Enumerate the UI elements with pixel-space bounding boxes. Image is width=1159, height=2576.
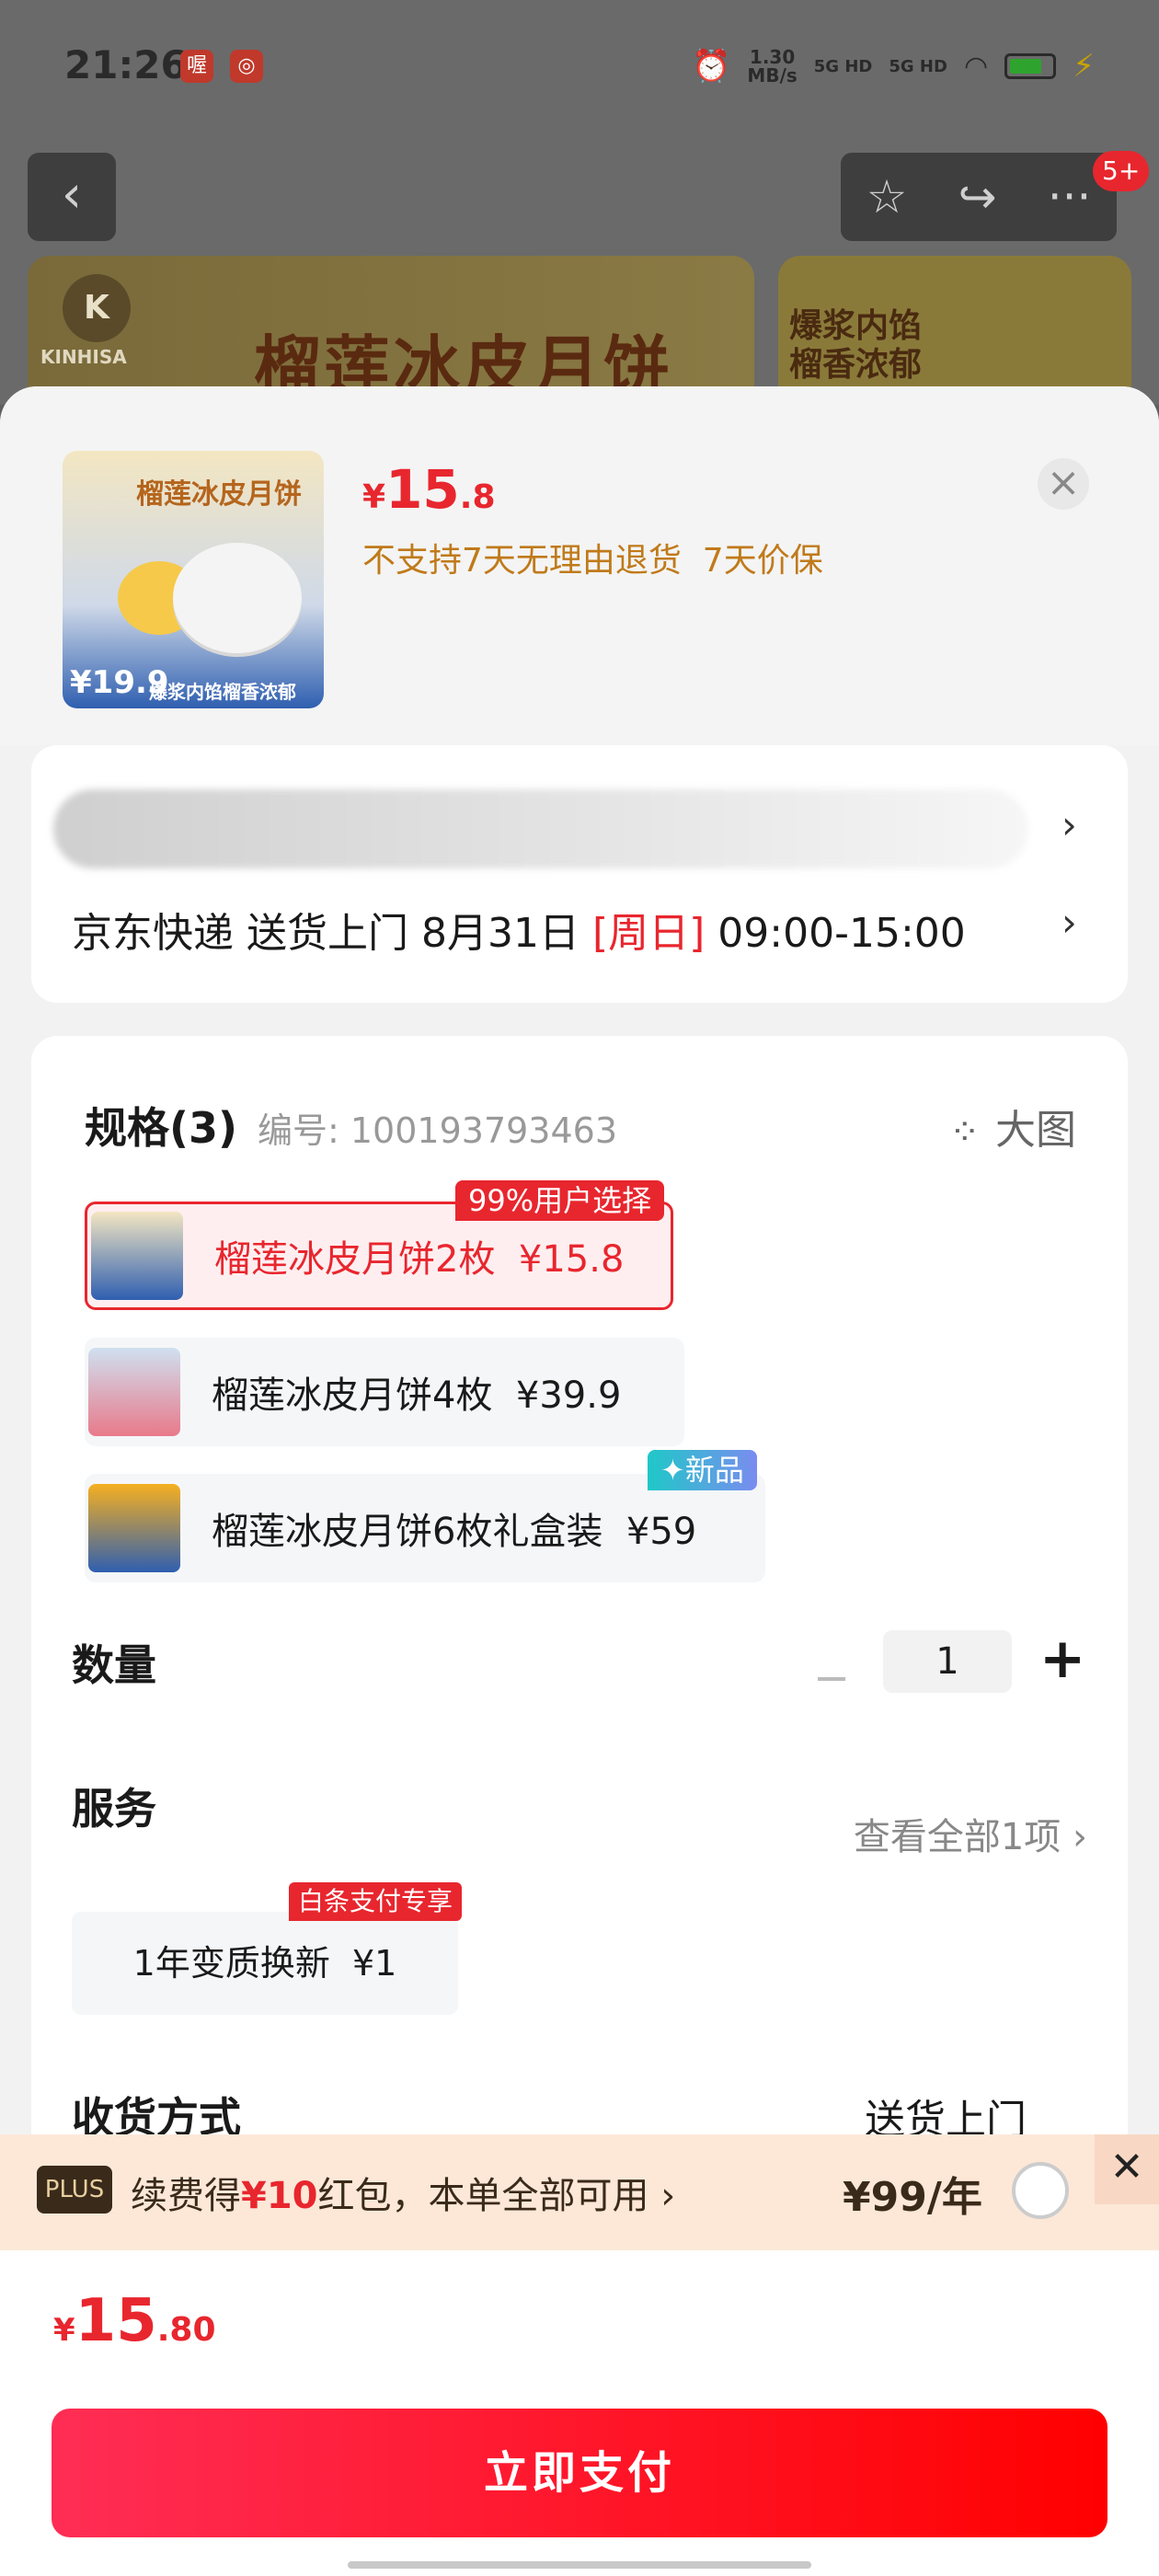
charging-icon: ⚡ <box>1073 48 1095 85</box>
view-all-services-link[interactable]: 查看全部1项 › <box>854 1807 1087 1860</box>
plus-promo-bar[interactable]: PLUS 续费得¥10红包，本单全部可用 › ¥99/年 ✕ <box>0 2134 1159 2250</box>
view-all-label: 查看全部1项 <box>853 1816 1061 1858</box>
promo-amount: ¥10 <box>241 2175 318 2217</box>
sku-code: 编号: 100193793463 <box>258 1110 618 1151</box>
app-notification-icon: ◎ <box>230 50 263 83</box>
net-speed: 1.30 MB/s <box>747 46 798 86</box>
promo-text-post: 红包，本单全部可用 › <box>317 2175 676 2217</box>
total-integer: 15 <box>75 2287 157 2355</box>
price-decimal: .8 <box>459 478 496 516</box>
delivery-method: 京东快递 送货上门 8月31日 <box>72 910 592 957</box>
status-time: 21:26 <box>64 42 188 87</box>
delivery-day: [周日] <box>591 910 706 957</box>
option-thumbnail <box>88 1484 180 1572</box>
chevron-left-icon: ‹ <box>61 165 83 224</box>
total-currency: ¥ <box>53 2312 75 2349</box>
option-tag: 99%用户选择 <box>455 1180 665 1221</box>
battery-icon <box>1004 53 1057 79</box>
big-image-button[interactable]: ⁘ 大图 <box>949 1097 1076 1156</box>
service-option[interactable]: 1年变质换新 ¥1 <box>72 1912 458 2015</box>
message-count-badge: 5+ <box>1093 151 1150 191</box>
chevron-right-icon: › <box>1073 1816 1087 1858</box>
price-currency: ¥ <box>362 478 386 516</box>
address-card[interactable]: › 京东快递 送货上门 8月31日 [周日] 09:00-15:00 › <box>31 745 1128 1003</box>
promo-text-pre: 续费得 <box>131 2175 241 2217</box>
quantity-label: 数量 <box>72 1640 156 1690</box>
quantity-plus-button[interactable]: + <box>1039 1627 1085 1691</box>
mooncake-image <box>173 543 302 653</box>
total-price: ¥15.80 <box>53 2287 216 2355</box>
plus-radio[interactable] <box>1012 2162 1069 2219</box>
option-thumbnail <box>91 1212 183 1300</box>
address-blurred <box>53 789 1028 868</box>
product-price: ¥15.8 <box>362 458 496 521</box>
return-policy: 不支持7天无理由退货 7天价保 <box>362 542 823 580</box>
total-decimal: .80 <box>156 2311 216 2349</box>
spec-title: 规格(3) <box>85 1103 238 1153</box>
status-bar: 21:26 喔 ◎ ⏰ 1.30 MB/s 5G HD 5G HD ◠ ⚡ <box>0 37 1159 110</box>
delivery-time: 09:00-15:00 <box>705 910 966 957</box>
brand-logo-icon: K <box>63 274 131 342</box>
more-icon[interactable]: ··· <box>1048 170 1092 224</box>
top-action-group: ☆ ↪ ··· <box>841 153 1117 241</box>
service-tag: 白条支付专享 <box>289 1882 463 1921</box>
signal-icon: 5G HD <box>813 56 873 76</box>
grid-icon: ⁘ <box>949 1111 981 1154</box>
service-label: 服务 <box>72 1784 156 1834</box>
product-thumbnail: 榴莲冰皮月饼 ¥19.9 爆浆内馅榴香浓郁 <box>63 451 324 708</box>
pay-now-button[interactable]: 立即支付 <box>52 2409 1107 2537</box>
favorite-star-icon[interactable]: ☆ <box>866 170 908 224</box>
status-icons: ⏰ 1.30 MB/s 5G HD 5G HD ◠ ⚡ <box>692 48 1095 85</box>
close-button[interactable]: × <box>1038 458 1089 510</box>
price-integer: 15 <box>385 458 460 521</box>
option-label: 榴莲冰皮月饼6枚礼盒装 ¥59 <box>212 1511 697 1553</box>
app-notification-icon: 喔 <box>180 50 213 83</box>
quantity-minus-button[interactable]: − <box>813 1652 850 1704</box>
thumb-title: 榴莲冰皮月饼 <box>136 478 302 511</box>
quantity-input[interactable]: 1 <box>883 1630 1012 1693</box>
plus-badge: PLUS <box>37 2166 112 2214</box>
wifi-icon: ◠ <box>963 50 989 83</box>
spec-option[interactable]: 榴莲冰皮月饼4枚 ¥39.9 <box>85 1338 684 1446</box>
new-tag: ✦新品 <box>648 1450 757 1490</box>
home-indicator[interactable] <box>348 2561 811 2569</box>
back-button[interactable]: ‹ <box>28 153 116 241</box>
option-label: 榴莲冰皮月饼4枚 ¥39.9 <box>212 1374 622 1417</box>
option-label: 榴莲冰皮月饼2枚 ¥15.8 <box>214 1238 625 1281</box>
close-icon: ✕ <box>1109 2144 1144 2191</box>
big-image-label: 大图 <box>995 1107 1076 1154</box>
signal-icon: 5G HD <box>889 56 947 76</box>
checkout-footer: ¥15.80 立即支付 <box>0 2250 1159 2576</box>
brand-name: KINHISA <box>40 346 127 368</box>
background-page: 21:26 喔 ◎ ⏰ 1.30 MB/s 5G HD 5G HD ◠ ⚡ ‹ … <box>0 0 1159 412</box>
promo-close-button[interactable]: ✕ <box>1095 2134 1159 2204</box>
spec-option[interactable]: 榴莲冰皮月饼6枚礼盒装 ¥59 ✦新品 <box>85 1450 765 1582</box>
option-thumbnail <box>88 1348 180 1436</box>
alarm-icon: ⏰ <box>692 48 731 85</box>
delivery-info[interactable]: 京东快递 送货上门 8月31日 [周日] 09:00-15:00 <box>72 900 966 959</box>
share-icon[interactable]: ↪ <box>958 170 997 224</box>
thumb-tag: 爆浆内馅榴香浓郁 <box>149 681 296 703</box>
chevron-right-icon: › <box>1061 900 1077 945</box>
close-icon: × <box>1046 459 1081 506</box>
spec-option[interactable]: 榴莲冰皮月饼2枚 ¥15.8 99%用户选择 <box>85 1180 673 1310</box>
promo-text[interactable]: 续费得¥10红包，本单全部可用 › <box>131 2166 675 2219</box>
banner-secondary-text: 爆浆内馅 榴香浓郁 <box>789 307 923 384</box>
product-header: 榴莲冰皮月饼 ¥19.9 爆浆内馅榴香浓郁 ¥15.8 不支持7天无理由退货 7… <box>0 386 1159 745</box>
plus-price: ¥99/年 <box>843 2174 982 2221</box>
chevron-right-icon: › <box>1061 802 1077 847</box>
